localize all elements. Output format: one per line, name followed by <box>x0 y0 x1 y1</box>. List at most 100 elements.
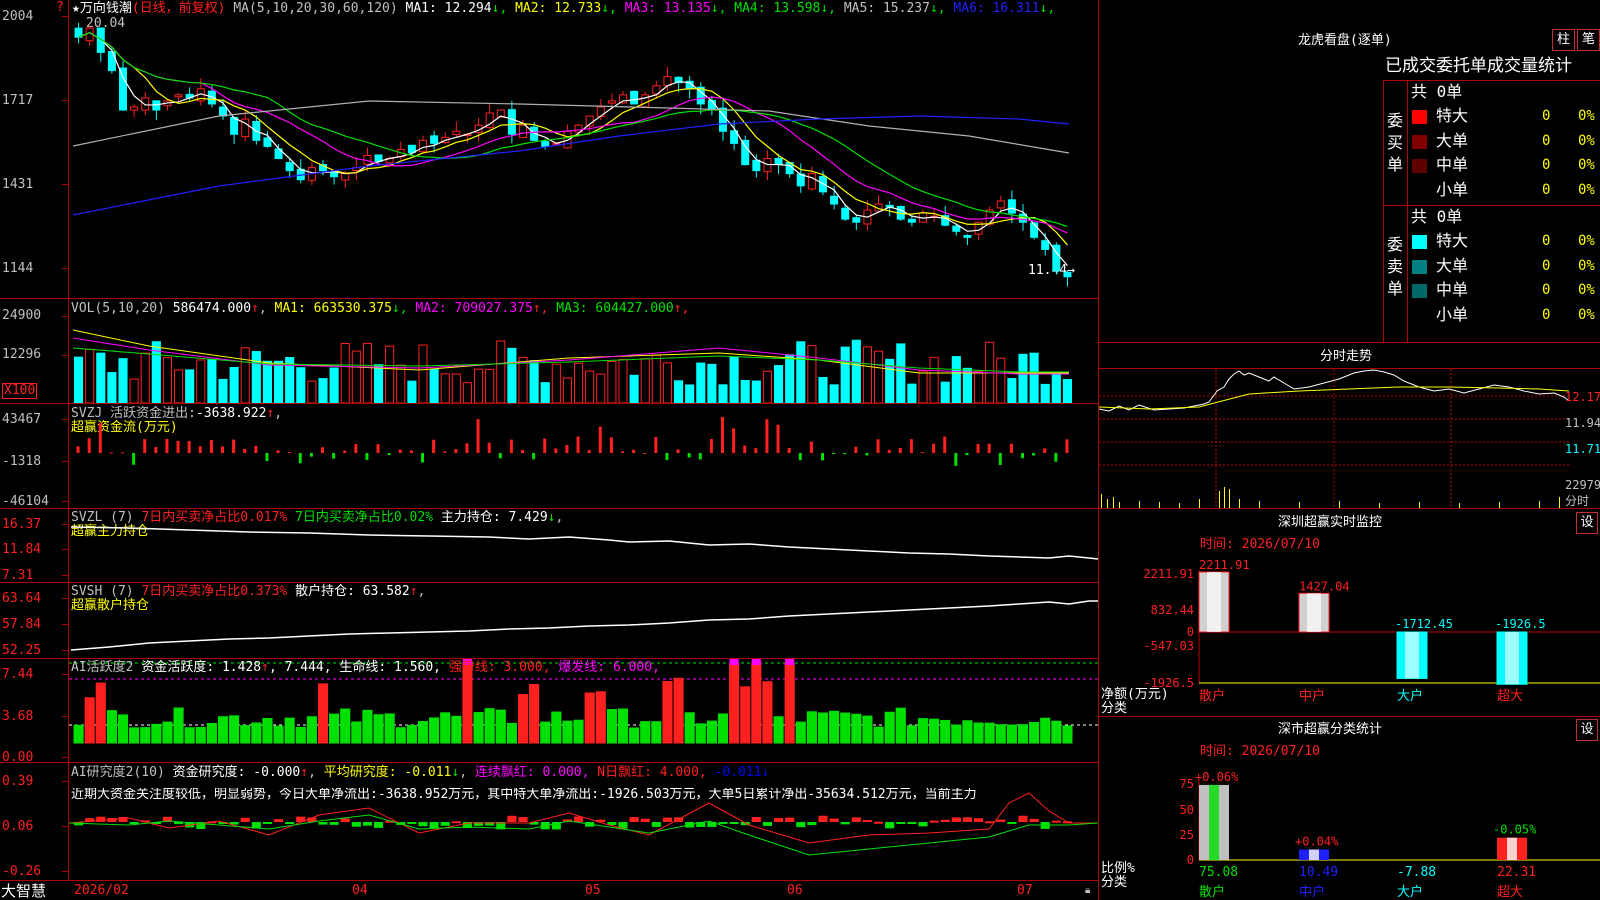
ai-activity-bar <box>829 710 840 744</box>
tab-filled[interactable]: 已成交 <box>1385 56 1436 76</box>
volume-bar <box>796 341 806 403</box>
sc-category-label: 超大 <box>1497 885 1523 900</box>
lhb-tabs: 已成交委托单成交量统计 <box>1385 57 1572 75</box>
svzl-line-chart[interactable] <box>69 509 1098 582</box>
svzl-ytick-2: 11.84 <box>2 542 42 557</box>
sc-ratio-chart[interactable]: 75 50 25 0 +0.06% 75.08 散户 +0.04% 10.49 中户 -7.88 大户… <box>1099 760 1600 900</box>
sz-settings-button[interactable]: 设 <box>1576 512 1598 534</box>
price-mode[interactable]: (日线，前复权) <box>132 1 226 16</box>
color-swatch <box>1412 259 1427 274</box>
sz-bar-大户 <box>1396 631 1428 679</box>
stock-chart-window: 2004 1717 1431 1144 ? ★万向钱潮(日线，前复权) MA(5… <box>0 0 1600 900</box>
tab-stats[interactable]: 统计 <box>1538 56 1572 76</box>
sz-ytick: -1926.5 <box>1143 676 1194 690</box>
volume-bar <box>740 380 750 403</box>
ai-activity-bar <box>1017 724 1029 744</box>
star-icon[interactable]: ★ <box>72 1 80 16</box>
volume-bar <box>507 347 517 403</box>
svzj-bar-chart[interactable] <box>69 404 1098 508</box>
candle <box>719 99 727 141</box>
svzj-bar <box>176 440 180 453</box>
ai-research-bar <box>429 822 439 829</box>
bar-view-button[interactable]: 柱 <box>1552 29 1575 51</box>
intraday-volume-bars <box>1101 487 1560 508</box>
ai-activity-bar <box>740 686 751 744</box>
ma-arrow-2: ↓, <box>601 1 625 16</box>
ai-activity-bar <box>229 715 240 744</box>
svzj-bar <box>121 452 124 454</box>
sz-net-flow-chart[interactable]: 2211.91 832.44 0-547.03 -1926.5 2211.91 散户 142… <box>1099 550 1600 716</box>
svzj-bar <box>476 419 480 453</box>
svzj-bar <box>132 453 136 465</box>
ai-activity-bar <box>129 727 140 744</box>
order-percent: 0% <box>1578 157 1595 173</box>
ai-activity-bar <box>651 721 662 744</box>
ai-activity-bar <box>795 721 806 744</box>
sell-order-table: 共 0单 特大 0 0% 大单 0 0% 中单 0 0% 小单 0 0% <box>1410 207 1600 329</box>
svsh-line <box>70 600 1098 651</box>
svzj-bar <box>309 453 313 457</box>
ai-research-bar <box>807 822 817 826</box>
svzj-bar <box>109 452 113 454</box>
volume-bar <box>518 356 528 403</box>
candle <box>585 115 594 134</box>
svsh-line-chart[interactable] <box>69 583 1098 658</box>
volume-bar <box>418 344 428 403</box>
price-ytick-4: 1144 <box>2 261 34 276</box>
ai-research-chart[interactable] <box>69 763 1098 880</box>
ai2-t1: 资金研究度: -0.000 <box>172 765 301 780</box>
svzj-bar <box>343 450 347 453</box>
tick-view-button[interactable]: 笔 <box>1577 29 1600 51</box>
order-count-value: 0 <box>1542 157 1551 173</box>
svzj-bar <box>487 442 491 453</box>
ai-activity-bar <box>440 712 451 744</box>
candlestick-chart[interactable] <box>69 16 1098 298</box>
ai-activity-bar <box>484 708 495 744</box>
order-size-label: 大单 <box>1436 130 1469 150</box>
order-count-value: 0 <box>1542 108 1551 124</box>
volume-bar <box>751 380 761 403</box>
sz-ytick: -547.03 <box>1143 639 1194 653</box>
ai-activity-bar <box>495 709 506 744</box>
help-icon[interactable]: ? <box>56 1 64 15</box>
intraday-chart[interactable] <box>1099 369 1569 508</box>
svzj-bar <box>1032 453 1036 456</box>
ai-activity-bar <box>1006 724 1017 744</box>
lock-icon[interactable]: 🔒︎ <box>1085 884 1090 898</box>
volume-bar <box>596 373 606 403</box>
volume-bar <box>774 365 784 403</box>
ai-research-bar <box>274 819 284 822</box>
ma4-line <box>78 32 1068 228</box>
svzj-bar <box>509 439 513 453</box>
vol-unit-badge[interactable]: X100 <box>2 383 38 399</box>
tab-orders[interactable]: 委托单 <box>1436 56 1487 76</box>
ai-activity-bar <box>629 727 640 744</box>
ai-activity-bar <box>262 718 273 744</box>
svzj-bar <box>909 439 913 453</box>
volume-bar <box>562 377 572 403</box>
sc-category-label: 中户 <box>1299 884 1325 900</box>
app-logo[interactable]: 大智慧 <box>1 883 46 899</box>
intraday-ytick-3: 11.71 <box>1565 442 1600 456</box>
ma-value-2: MA2: 12.733 <box>515 1 602 16</box>
ai-activity-peak <box>751 659 761 665</box>
volume-bar <box>629 374 639 403</box>
ai-activity-bar <box>595 691 606 744</box>
vol-ma-arrow-1: ↓, <box>391 301 416 316</box>
tab-volume[interactable]: 成交量 <box>1487 56 1538 76</box>
ma-arrow-4: ↓, <box>820 1 844 16</box>
sc-settings-button[interactable]: 设 <box>1576 719 1598 741</box>
intraday-ytick-1: 12.17 <box>1565 390 1600 404</box>
svzj-bar <box>521 450 524 453</box>
ai-research-bar <box>796 822 806 828</box>
ai-activity-bar <box>329 713 340 744</box>
x-label-3: 05 <box>585 883 601 898</box>
volume-chart[interactable] <box>69 318 1098 403</box>
ai-activity-bar <box>173 707 184 744</box>
ai-research-bar <box>829 818 839 822</box>
candle <box>130 104 139 118</box>
volume-bar <box>185 369 195 403</box>
ai-activity-bar <box>373 714 384 744</box>
ai-activity-bar <box>73 724 84 744</box>
ai-activity-bar <box>873 726 884 744</box>
